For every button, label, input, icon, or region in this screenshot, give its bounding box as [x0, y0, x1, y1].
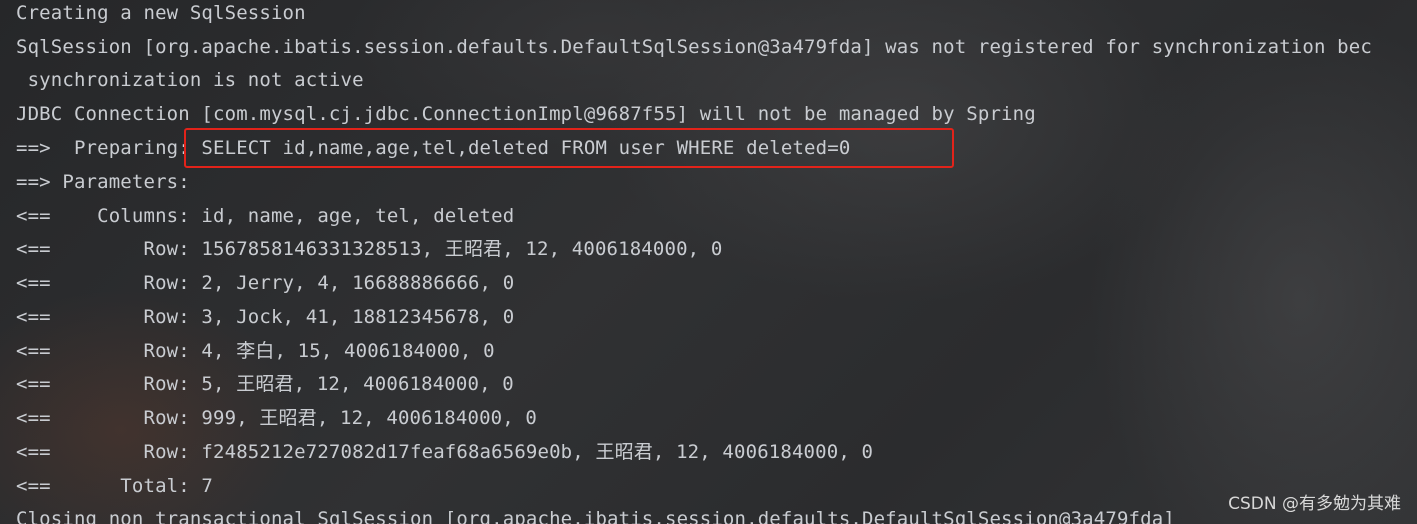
csdn-watermark: CSDN @有多勉为其难	[1228, 494, 1401, 514]
log-line-row: <== Row: 1567858146331328513, 王昭君, 12, 4…	[16, 238, 723, 260]
log-line-total: <== Total: 7	[16, 475, 214, 497]
log-line-sync-not-active: synchronization is not active	[16, 69, 364, 91]
log-line-parameters: ==> Parameters:	[16, 171, 202, 193]
log-line-session-not-registered: SqlSession [org.apache.ibatis.session.de…	[16, 36, 1372, 58]
log-line-row: <== Row: 4, 李白, 15, 4006184000, 0	[16, 340, 495, 362]
log-line-row: <== Row: 5, 王昭君, 12, 4006184000, 0	[16, 373, 514, 395]
log-line-row: <== Row: 999, 王昭君, 12, 4006184000, 0	[16, 407, 538, 429]
log-line-closing-session: Closing non transactional SqlSession [or…	[16, 508, 1175, 524]
log-line-columns: <== Columns: id, name, age, tel, deleted	[16, 205, 515, 227]
log-line-row: <== Row: f2485212e727082d17feaf68a6569e0…	[16, 441, 874, 463]
sql-highlight-box	[184, 128, 954, 168]
log-line-creating-session: Creating a new SqlSession	[16, 2, 306, 24]
log-line-row: <== Row: 3, Jock, 41, 18812345678, 0	[16, 306, 515, 328]
console-output[interactable]: Creating a new SqlSession SqlSession [or…	[16, 0, 1417, 524]
log-line-row: <== Row: 2, Jerry, 4, 16688886666, 0	[16, 272, 515, 294]
